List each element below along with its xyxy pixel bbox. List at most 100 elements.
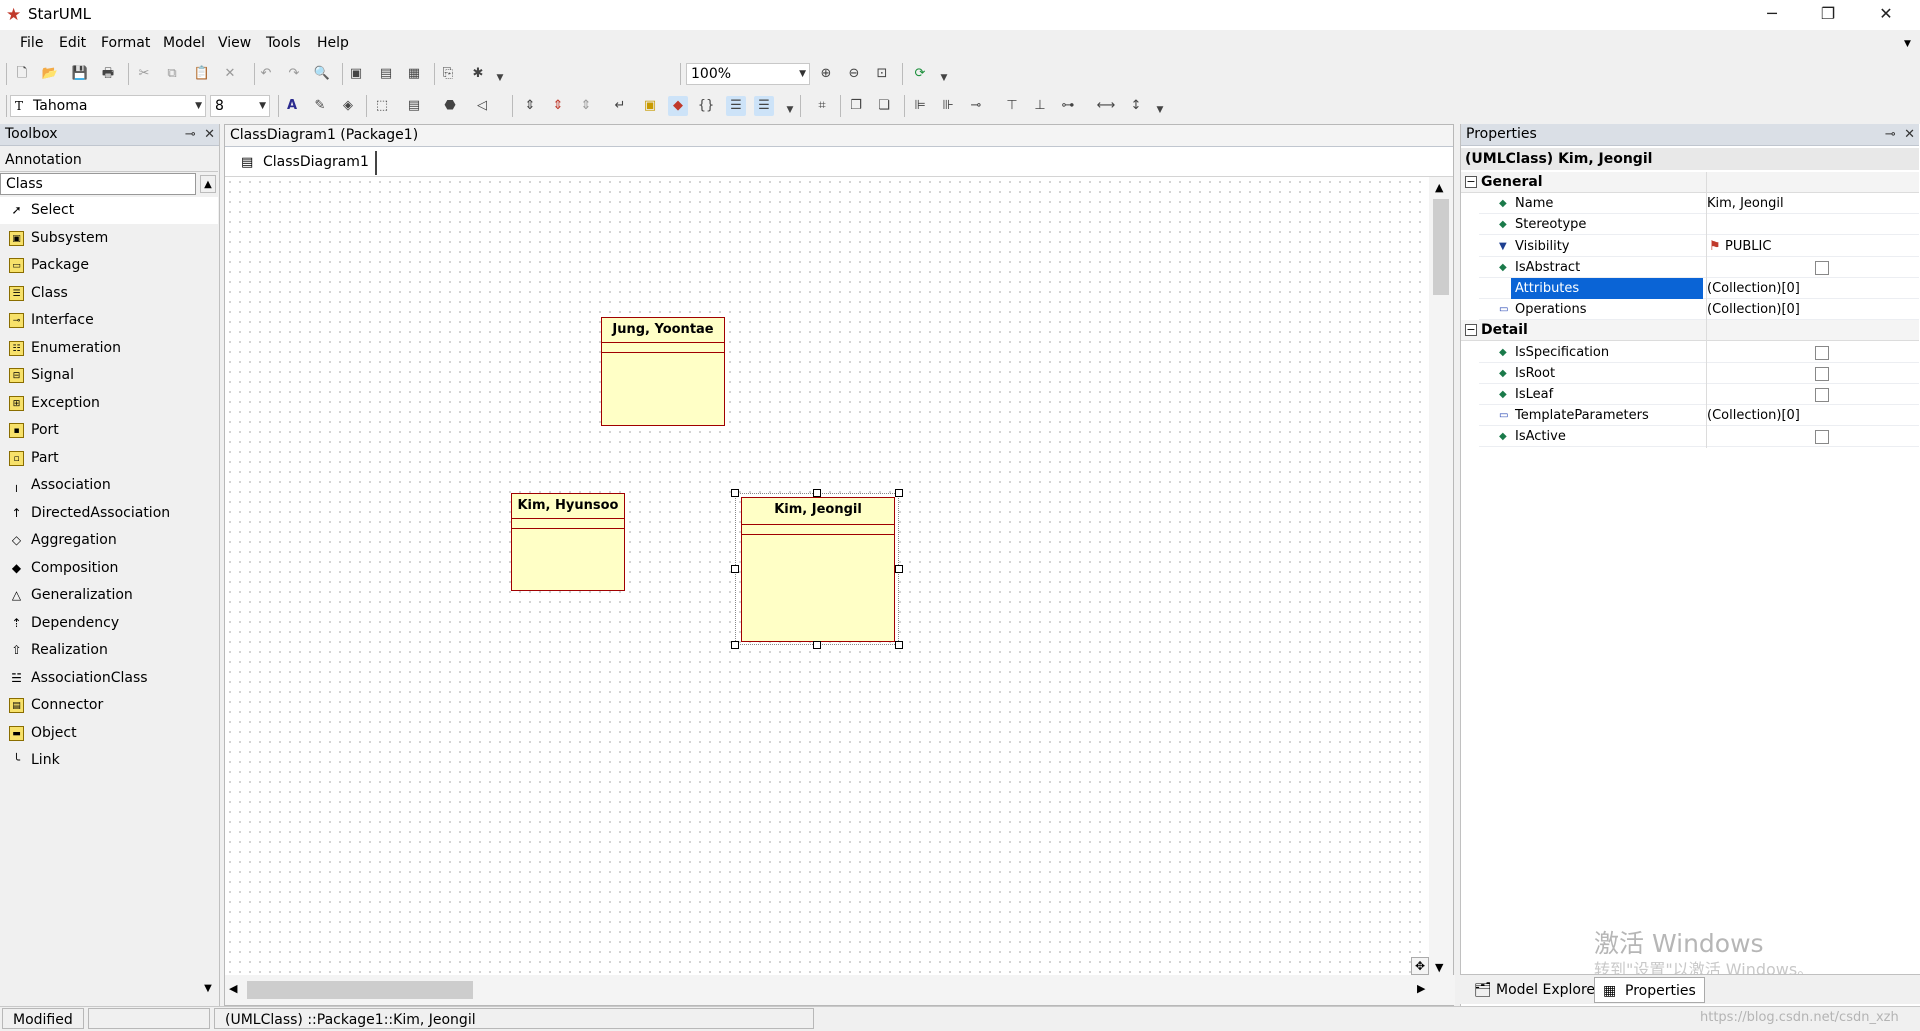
scroll-down-icon[interactable]: ▼ bbox=[1435, 961, 1443, 974]
collapse-icon[interactable]: − bbox=[1465, 176, 1477, 188]
property-value-cell[interactable]: (Collection)[0] bbox=[1707, 405, 1800, 426]
property-row-isleaf[interactable]: ◆ IsLeaf bbox=[1479, 384, 1919, 405]
toolbox-scroll-up-icon[interactable]: ▲ bbox=[200, 175, 216, 193]
add-in-dropdown-icon[interactable]: ▼ bbox=[490, 68, 510, 88]
resize-handle-n[interactable] bbox=[813, 489, 821, 497]
diagram-vertical-scrollbar[interactable]: ▲ ▼ bbox=[1429, 177, 1453, 977]
toolbox-item-select[interactable]: ➚ Select bbox=[0, 197, 218, 224]
menu-file[interactable]: File bbox=[20, 35, 43, 51]
space-vertical-icon[interactable]: ↕ bbox=[1126, 96, 1146, 116]
toolbox-item-dependency[interactable]: ⇡ Dependency bbox=[0, 610, 218, 637]
refresh-dropdown-icon[interactable]: ▼ bbox=[934, 68, 954, 88]
suppress-operations-icon[interactable]: ◁ bbox=[472, 96, 492, 116]
close-icon[interactable]: ✕ bbox=[1904, 127, 1915, 142]
zoom-select[interactable]: 100% ▼ bbox=[686, 63, 810, 85]
toolbox-item-package[interactable]: ▭ Package bbox=[0, 252, 218, 279]
resize-handle-sw[interactable] bbox=[731, 641, 739, 649]
align-top-icon[interactable]: ⊤ bbox=[1002, 96, 1022, 116]
align-right-icon[interactable]: ⊪ bbox=[938, 96, 958, 116]
resize-handle-se[interactable] bbox=[895, 641, 903, 649]
print-icon[interactable]: 🖶 bbox=[98, 64, 118, 84]
property-checkbox[interactable] bbox=[1815, 366, 1829, 381]
export-image-icon[interactable]: ⎘ bbox=[438, 64, 458, 84]
toolbox-item-composition[interactable]: ◆ Composition bbox=[0, 555, 218, 582]
property-row-stereotype[interactable]: ◆ Stereotype bbox=[1479, 214, 1919, 236]
property-checkbox[interactable] bbox=[1815, 388, 1829, 402]
pan-icon[interactable]: ✥ bbox=[1411, 957, 1429, 975]
toolbox-item-link[interactable]: ╰ Link bbox=[0, 747, 218, 774]
close-icon[interactable]: ✕ bbox=[204, 127, 215, 142]
zoom-out-icon[interactable]: ⊖ bbox=[844, 64, 864, 84]
menu-edit[interactable]: Edit bbox=[59, 35, 86, 51]
fit-to-window-icon[interactable]: ⊡ bbox=[872, 64, 892, 84]
property-value-cell[interactable]: ⚑ PUBLIC bbox=[1707, 236, 1771, 257]
toolbox-item-connector[interactable]: ▤ Connector bbox=[0, 692, 218, 719]
property-value-cell[interactable]: (Collection)[0] bbox=[1707, 299, 1800, 320]
scroll-left-icon[interactable]: ◀ bbox=[229, 982, 237, 995]
resize-handle-ne[interactable] bbox=[895, 489, 903, 497]
pin-icon[interactable]: ⊸ bbox=[185, 127, 196, 142]
fill-color-icon[interactable]: ◈ bbox=[338, 96, 358, 116]
diagram-properties-icon[interactable]: ▦ bbox=[404, 64, 424, 84]
property-row-operations[interactable]: ▭ Operations (Collection)[0] bbox=[1479, 299, 1919, 321]
find-icon[interactable]: 🔍 bbox=[312, 64, 332, 84]
copy-icon[interactable]: ⧉ bbox=[162, 64, 182, 84]
property-checkbox[interactable] bbox=[1815, 260, 1829, 275]
toolbox-item-aggregation[interactable]: ◇ Aggregation bbox=[0, 527, 218, 554]
toolbox-item-generalization[interactable]: △ Generalization bbox=[0, 582, 218, 609]
align-center-icon[interactable]: ⊸ bbox=[966, 96, 986, 116]
collapse-icon[interactable]: − bbox=[1465, 324, 1477, 337]
show-compartment-icon[interactable]: ⇕ bbox=[520, 96, 540, 116]
menu-format[interactable]: Format bbox=[101, 35, 150, 51]
show-signature-icon[interactable]: {} bbox=[696, 96, 716, 116]
property-value-cell[interactable]: Kim, Jeongil bbox=[1707, 193, 1784, 214]
hide-compartment-icon[interactable]: ⇕ bbox=[548, 96, 568, 116]
menu-tools[interactable]: Tools bbox=[266, 35, 301, 51]
font-size-select[interactable]: 8 ▼ bbox=[210, 95, 270, 117]
auto-resize-icon[interactable]: ⇕ bbox=[576, 96, 596, 116]
layout-icon[interactable]: ⌗ bbox=[812, 96, 832, 116]
zoom-in-icon[interactable]: ⊕ bbox=[816, 64, 836, 84]
property-row-templateparameters[interactable]: ▭ TemplateParameters (Collection)[0] bbox=[1479, 405, 1919, 427]
stereotype-display-icon[interactable]: ▤ bbox=[404, 96, 424, 116]
tab-model-explorer[interactable]: 🗂 Model Explorer bbox=[1466, 977, 1601, 1003]
uml-class-kim-jeongil[interactable]: Kim, Jeongil bbox=[741, 497, 895, 642]
cut-icon[interactable]: ✂ bbox=[134, 64, 154, 84]
diagram-canvas[interactable]: Jung, Yoontae Kim, Hyunsoo Kim, Jeongil bbox=[225, 177, 1429, 977]
uml-class-jung-yoontae[interactable]: Jung, Yoontae bbox=[601, 317, 725, 426]
font-color-icon[interactable]: A bbox=[282, 96, 302, 116]
toolbox-item-subsystem[interactable]: ▣ Subsystem bbox=[0, 225, 218, 252]
suppress-attributes-icon[interactable]: ⬣ bbox=[440, 96, 460, 116]
close-button[interactable]: ✕ bbox=[1858, 0, 1914, 30]
toolbar-options-chevron-icon[interactable]: ▼ bbox=[1904, 39, 1911, 49]
property-row-isactive[interactable]: ◆ IsActive bbox=[1479, 426, 1919, 448]
property-row-attributes[interactable]: ▭ Attributes (Collection)[0] bbox=[1479, 278, 1919, 299]
scroll-up-icon[interactable]: ▲ bbox=[1435, 181, 1443, 194]
group-general[interactable]: − General bbox=[1461, 172, 1919, 193]
send-to-back-icon[interactable]: ❏ bbox=[874, 96, 894, 116]
align-dropdown-icon[interactable]: ▼ bbox=[1150, 100, 1170, 120]
toolbox-item-association[interactable]: ╷ Association bbox=[0, 472, 218, 499]
line-style-icon[interactable]: ⬚ bbox=[372, 96, 392, 116]
diagram-horizontal-scrollbar[interactable]: ◀ ▶ bbox=[225, 975, 1455, 1005]
property-column-divider[interactable] bbox=[1706, 172, 1707, 448]
scroll-right-icon[interactable]: ▶ bbox=[1417, 982, 1425, 995]
uml-class-kim-hyunsoo[interactable]: Kim, Hyunsoo bbox=[511, 493, 625, 591]
toolbox-item-object[interactable]: ▬ Object bbox=[0, 720, 218, 747]
show-operation-icon[interactable]: ☰ bbox=[726, 96, 746, 116]
pin-icon[interactable]: ⊸ bbox=[1885, 127, 1896, 142]
diagram-view-icon[interactable]: ▤ bbox=[376, 64, 396, 84]
menu-view[interactable]: View bbox=[218, 35, 251, 51]
toolbox-item-interface[interactable]: ⊸ Interface bbox=[0, 307, 218, 334]
resize-handle-s[interactable] bbox=[813, 641, 821, 649]
property-value-cell[interactable]: (Collection)[0] bbox=[1707, 278, 1800, 299]
toolbox-item-associationclass[interactable]: ☱ AssociationClass bbox=[0, 665, 218, 692]
toolbox-item-exception[interactable]: ⊞ Exception bbox=[0, 390, 218, 417]
toolbox-item-class[interactable]: ☰ Class bbox=[0, 280, 218, 307]
restore-button[interactable]: ❐ bbox=[1800, 0, 1856, 30]
font-name-select[interactable]: T Tahoma ▼ bbox=[10, 95, 206, 117]
add-in-icon[interactable]: ✱ bbox=[468, 64, 488, 84]
delete-icon[interactable]: ✕ bbox=[220, 64, 240, 84]
property-row-visibility[interactable]: ▼ Visibility ⚑ PUBLIC bbox=[1479, 236, 1919, 257]
toolbox-scroll-down-icon[interactable]: ▼ bbox=[200, 980, 216, 998]
